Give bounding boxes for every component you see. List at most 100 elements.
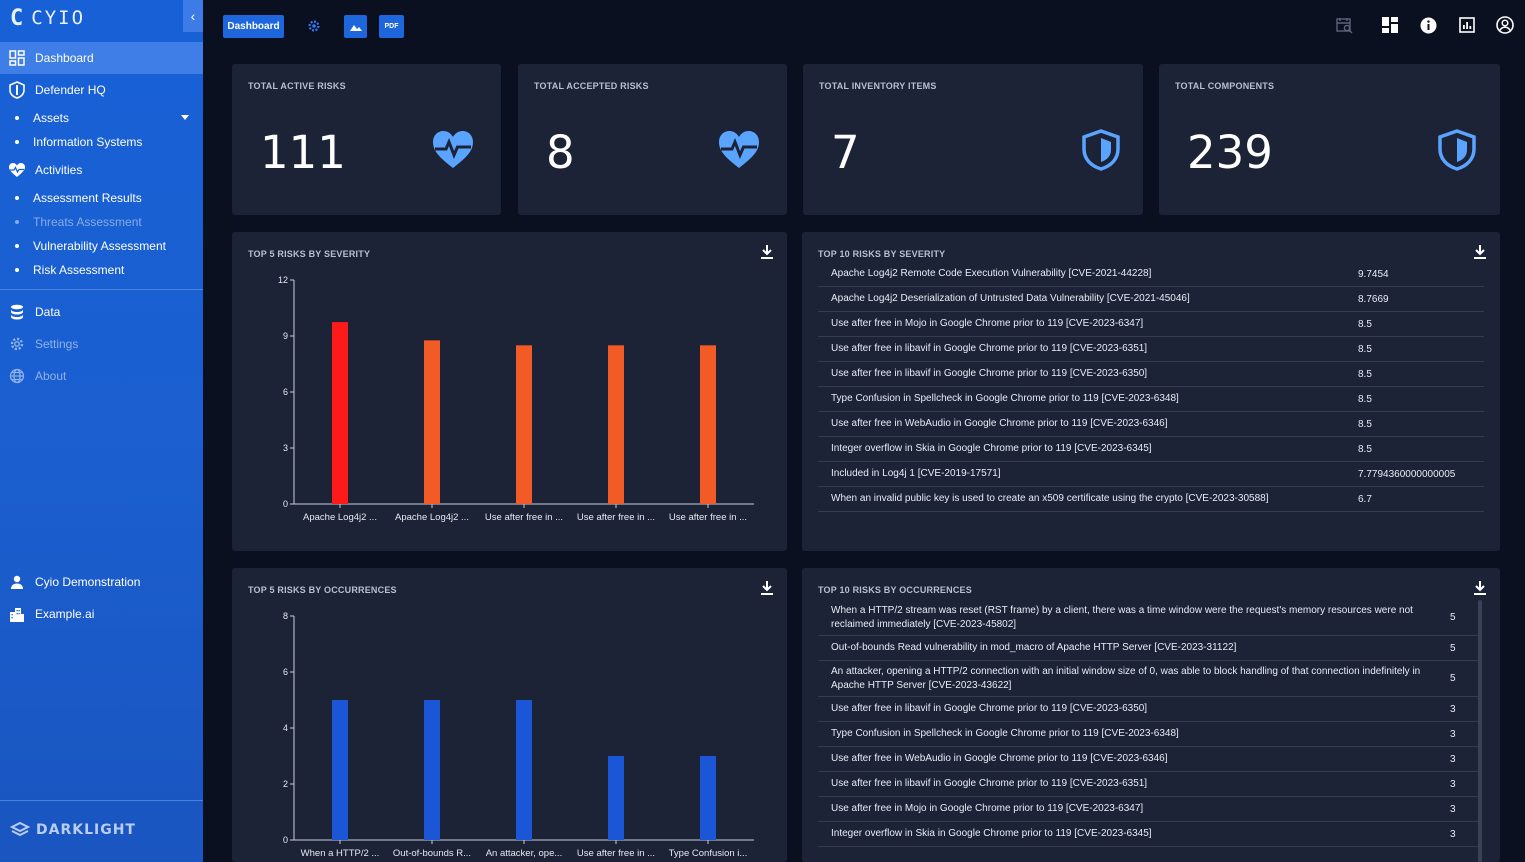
table-row[interactable]: Use after free in libavif in Google Chro… [818, 697, 1478, 722]
sidebar-item-settings[interactable]: Settings [0, 328, 203, 360]
risk-name: Apache Log4j2 Remote Code Execution Vuln… [831, 268, 1152, 279]
risk-name: Use after free in Mojo in Google Chrome … [831, 318, 1144, 329]
dashboard-button[interactable]: Dashboard [223, 15, 284, 38]
sidebar-item-activities[interactable]: Activities [0, 154, 203, 186]
sidebar-item-vulnerability-assessment[interactable]: Vulnerability Assessment [0, 234, 203, 258]
bar[interactable] [700, 345, 716, 504]
sidebar-user[interactable]: Cyio Demonstration [0, 566, 203, 598]
table-row[interactable]: Apache Log4j2 Remote Code Execution Vuln… [818, 262, 1484, 287]
risk-name: Type Confusion in Spellcheck in Google C… [831, 393, 1179, 404]
table-row[interactable]: Use after free in libavif in Google Chro… [818, 337, 1484, 362]
y-tick-label: 6 [283, 667, 288, 677]
image-export-button[interactable] [344, 15, 367, 38]
stat-title: TOTAL INVENTORY ITEMS [819, 81, 937, 91]
sidebar-item-dashboard[interactable]: Dashboard [0, 42, 203, 74]
sidebar-item-label: Assets [33, 111, 70, 125]
x-tick-label: When a HTTP/2 ... [301, 848, 380, 859]
table-title: TOP 10 RISKS BY SEVERITY [818, 249, 946, 259]
download-icon[interactable] [1472, 580, 1488, 596]
risk-score: 8.5 [1358, 443, 1372, 455]
risk-count: 3 [1450, 778, 1456, 790]
bar[interactable] [608, 756, 624, 840]
x-tick-label: Apache Log4j2 ... [395, 512, 469, 523]
settings-button[interactable] [303, 15, 325, 37]
brand-logo[interactable]: C CYIO [10, 6, 86, 31]
info-button[interactable] [1417, 14, 1439, 36]
calendar-search-icon [1335, 17, 1352, 33]
table-row[interactable]: When an invalid public key is used to cr… [818, 487, 1484, 512]
sidebar-item-defender-hq[interactable]: Defender HQ [0, 74, 203, 106]
risk-name: Use after free in libavif in Google Chro… [831, 368, 1148, 379]
table-row[interactable]: Use after free in Mojo in Google Chrome … [818, 797, 1478, 822]
sidebar-item-label: Data [35, 305, 61, 319]
table-row[interactable]: Included in Log4j 1 [CVE-2019-17571] 7.77… [818, 462, 1484, 487]
darklight-logo-icon [10, 822, 30, 837]
table-row[interactable]: Use after free in libavif in Google Chro… [818, 362, 1484, 387]
y-tick-label: 12 [278, 275, 288, 285]
bar[interactable] [516, 345, 532, 504]
search-calendar-button[interactable] [1333, 14, 1355, 36]
y-tick-label: 4 [283, 723, 288, 733]
account-button[interactable] [1494, 14, 1516, 36]
bar[interactable] [424, 700, 440, 840]
pdf-button-label: PDF [384, 23, 399, 30]
table-row[interactable]: Integer overflow in Skia in Google Chrom… [818, 822, 1478, 847]
chart-card-occurrences: TOP 5 RISKS BY OCCURRENCES 0 2 4 6 8 When a H… [232, 568, 787, 862]
risk-name: Use after free in Mojo in Google Chrome … [831, 803, 1144, 814]
sidebar-item-information-systems[interactable]: Information Systems [0, 130, 203, 154]
table-row[interactable]: An attacker, opening a HTTP/2 connection… [818, 661, 1478, 697]
download-icon[interactable] [1472, 244, 1488, 260]
table-scrollbar[interactable] [1478, 600, 1482, 862]
risk-score: 7.7794360000000005 [1358, 468, 1456, 480]
bar[interactable] [608, 345, 624, 504]
x-tick-label: Out-of-bounds R... [393, 848, 471, 859]
chevron-left-icon: ‹ [190, 8, 196, 24]
x-tick-label: Use after free in ... [669, 512, 747, 523]
sidebar-item-threats-assessment[interactable]: Threats Assessment [0, 210, 203, 234]
risk-name: Included in Log4j 1 [CVE-2019-17571] [831, 468, 1001, 479]
brand-name: CYIO [31, 7, 86, 29]
y-tick-label: 0 [283, 835, 288, 845]
table-row[interactable]: Use after free in WebAudio in Google Chr… [818, 412, 1484, 437]
table-row[interactable]: Apache Log4j2 Deserialization of Untrust… [818, 287, 1484, 312]
bar[interactable] [516, 700, 532, 840]
table-row[interactable]: Integer overflow in Skia in Google Chrom… [818, 437, 1484, 462]
risk-name: Integer overflow in Skia in Google Chrom… [831, 443, 1152, 454]
risk-name: Type Confusion in Spellcheck in Google C… [831, 728, 1179, 739]
risk-score: 8.5 [1358, 368, 1372, 380]
risk-name: Use after free in WebAudio in Google Chr… [831, 418, 1168, 429]
table-row[interactable]: Use after free in libavif in Google Chro… [818, 772, 1478, 797]
table-row[interactable]: When a HTTP/2 stream was reset (RST fram… [818, 600, 1478, 636]
bar[interactable] [424, 340, 440, 504]
layout-button[interactable] [1379, 14, 1401, 36]
bullet-icon [15, 244, 19, 248]
risk-count: 3 [1450, 803, 1456, 815]
occurrences-bar-chart: 0 2 4 6 8 When a HTTP/2 ... Out-of-bounds R...… [283, 611, 754, 859]
table-row[interactable]: Type Confusion in Spellcheck in Google C… [818, 722, 1478, 747]
sidebar-item-about[interactable]: About [0, 360, 203, 392]
bar[interactable] [700, 756, 716, 840]
risk-count: 5 [1450, 673, 1456, 684]
sidebar-item-assessment-results[interactable]: Assessment Results [0, 186, 203, 210]
bullet-icon [15, 196, 19, 200]
risk-name: Apache Log4j2 Deserialization of Untrust… [831, 293, 1190, 304]
table-row[interactable]: Out-of-bounds Read vulnerability in mod_… [818, 636, 1478, 661]
table-row[interactable]: Use after free in Mojo in Google Chrome … [818, 312, 1484, 337]
bar[interactable] [332, 700, 348, 840]
collapse-sidebar-button[interactable]: ‹ [183, 0, 203, 32]
reports-button[interactable] [1456, 14, 1478, 36]
sidebar-organization[interactable]: Example.ai [0, 598, 203, 630]
pdf-export-button[interactable]: PDF [379, 15, 404, 38]
bar[interactable] [332, 322, 348, 504]
y-tick-label: 6 [283, 387, 288, 397]
x-tick-label: Use after free in ... [577, 848, 655, 859]
sidebar-item-data[interactable]: Data [0, 296, 203, 328]
table-row[interactable]: Type Confusion in Spellcheck in Google C… [818, 387, 1484, 412]
y-tick-label: 9 [283, 331, 288, 341]
stat-value: 111 [260, 126, 346, 179]
sidebar-item-risk-assessment[interactable]: Risk Assessment [0, 258, 203, 282]
table-row[interactable]: Use after free in WebAudio in Google Chr… [818, 747, 1478, 772]
risk-count: 3 [1450, 703, 1456, 715]
sidebar-item-assets[interactable]: Assets [0, 106, 203, 130]
heart-pulse-icon [433, 131, 473, 168]
